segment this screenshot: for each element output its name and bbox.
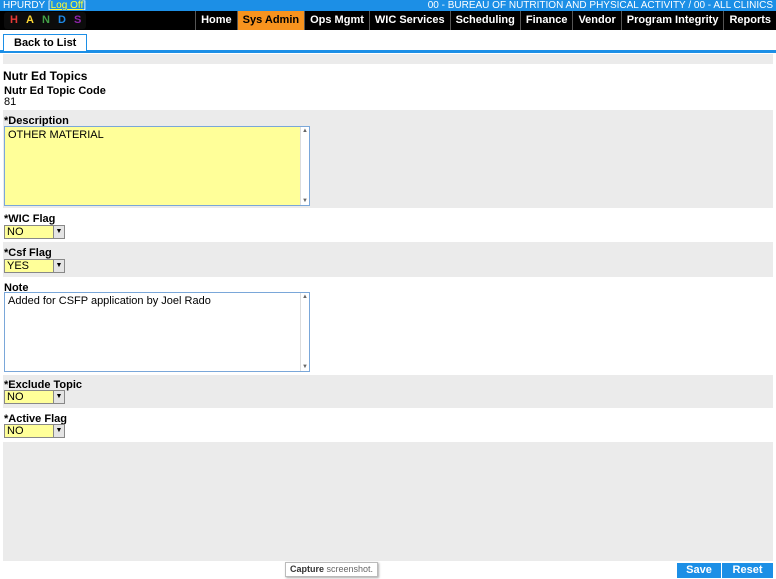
csf-flag-select[interactable]: YES ▼ — [4, 259, 65, 273]
chevron-down-icon[interactable]: ▼ — [53, 260, 64, 272]
logo-letter: S — [74, 14, 82, 26]
wic-flag-label: *WIC Flag — [4, 213, 56, 225]
nav-item-home[interactable]: Home — [195, 11, 237, 30]
logo-letter: A — [26, 14, 34, 26]
nav-item-reports[interactable]: Reports — [723, 11, 776, 30]
code-section: Nutr Ed Topics Nutr Ed Topic Code 81 — [3, 64, 773, 110]
note-field[interactable]: Added for CSFP application by Joel Rado — [4, 292, 310, 372]
active-flag-value: NO — [7, 425, 24, 437]
chevron-down-icon[interactable]: ▼ — [53, 226, 64, 238]
nav-item-vendor[interactable]: Vendor — [572, 11, 620, 30]
toolbar: Back to List — [0, 30, 776, 53]
wic-flag-section: *WIC Flag NO ▼ — [3, 208, 773, 242]
org-label: 00 - BUREAU OF NUTRITION AND PHYSICAL AC… — [427, 0, 773, 11]
capture-tooltip: Capture screenshot. — [285, 562, 379, 577]
wic-flag-select[interactable]: NO ▼ — [4, 225, 65, 239]
code-value: 81 — [4, 96, 17, 108]
logo-letter: D — [58, 14, 66, 26]
wic-flag-value: NO — [7, 226, 24, 238]
back-to-list-button[interactable]: Back to List — [3, 34, 88, 51]
description-field[interactable]: OTHER MATERIAL — [4, 126, 310, 206]
user-info: HPURDY [Log Off] — [3, 0, 87, 11]
code-label: Nutr Ed Topic Code — [4, 85, 106, 97]
nav-item-ops-mgmt[interactable]: Ops Mgmt — [304, 11, 369, 30]
chevron-down-icon[interactable]: ▼ — [53, 391, 64, 403]
csf-flag-section: *Csf Flag YES ▼ — [3, 242, 773, 277]
logo-letter: N — [42, 14, 50, 26]
page-title: Nutr Ed Topics — [3, 69, 88, 83]
exclude-topic-select[interactable]: NO ▼ — [4, 390, 65, 404]
csf-flag-label: *Csf Flag — [4, 247, 52, 259]
nav-item-scheduling[interactable]: Scheduling — [449, 11, 520, 30]
description-section: *Description OTHER MATERIAL ▲ ▼ — [3, 110, 773, 208]
nav-menu: Home Sys Admin Ops Mgmt WIC Services Sch… — [195, 11, 776, 30]
note-section: Note Added for CSFP application by Joel … — [3, 277, 773, 375]
tooltip-rest: screenshot. — [324, 564, 374, 574]
active-flag-select[interactable]: NO ▼ — [4, 424, 65, 438]
save-button[interactable]: Save — [676, 563, 721, 578]
note-scrollbar[interactable]: ▲ ▼ — [300, 293, 309, 371]
nav-item-program-integrity[interactable]: Program Integrity — [620, 11, 724, 30]
exclude-topic-value: NO — [7, 391, 24, 403]
main-nav-bar: H A N D S Home Sys Admin Ops Mgmt WIC Se… — [0, 11, 776, 30]
csf-flag-value: YES — [7, 260, 30, 272]
description-scrollbar[interactable]: ▲ ▼ — [300, 127, 309, 205]
logoff-link[interactable]: Log Off — [51, 0, 84, 11]
reset-button[interactable]: Reset — [721, 563, 773, 578]
footer-actions: Save Reset — [676, 563, 773, 578]
active-flag-section: *Active Flag NO ▼ — [3, 408, 773, 442]
top-info-bar: HPURDY [Log Off] 00 - BUREAU OF NUTRITIO… — [0, 0, 776, 11]
nav-item-sys-admin[interactable]: Sys Admin — [236, 11, 305, 30]
nav-item-wic-services[interactable]: WIC Services — [368, 11, 450, 30]
chevron-down-icon[interactable]: ▼ — [53, 425, 64, 437]
form-panel: Nutr Ed Topics Nutr Ed Topic Code 81 *De… — [3, 54, 773, 561]
nav-item-finance[interactable]: Finance — [519, 11, 573, 30]
exclude-topic-section: *Exclude Topic NO ▼ — [3, 375, 773, 408]
username: HPURDY — [3, 0, 46, 11]
logo-letter: H — [10, 14, 18, 26]
app-logo: H A N D S — [4, 12, 86, 29]
tooltip-bold: Capture — [290, 564, 325, 574]
